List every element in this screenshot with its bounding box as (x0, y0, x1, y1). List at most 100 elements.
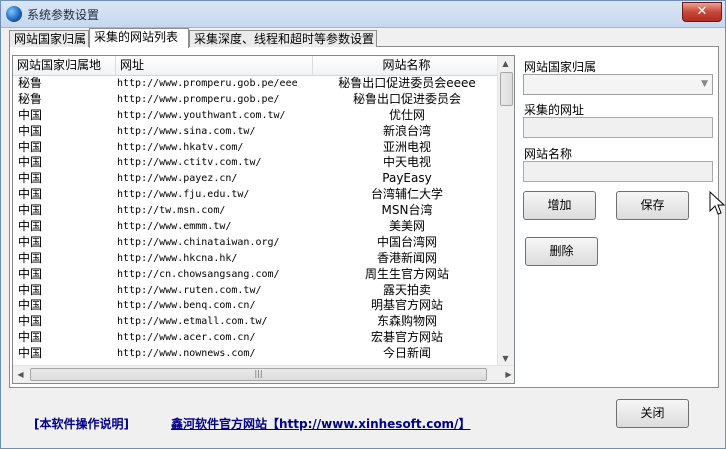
table-row[interactable]: 中国 http://www.hkatv.com/亚洲电视 (13, 140, 501, 156)
list-header: 网站国家归属地 网址 网站名称 (13, 56, 501, 76)
site-name-input[interactable] (523, 161, 713, 182)
row-url: http://www.promperu.gob.pe/eee (117, 78, 298, 89)
table-row[interactable]: 中国 http://www.sina.com.tw/新浪台湾 (13, 124, 501, 140)
horizontal-scrollbar[interactable]: ◀ ||| ▶ (13, 365, 514, 383)
row-country: 中国 (18, 250, 43, 265)
row-name: PayEasy (382, 171, 432, 186)
vertical-scroll-thumb[interactable] (500, 72, 513, 106)
row-country: 中国 (18, 155, 43, 170)
row-country: 中国 (18, 219, 43, 234)
row-name: 周生生官方网站 (364, 266, 449, 281)
row-url: http://www.youthwant.com.tw/ (117, 109, 286, 121)
scroll-left-arrow-icon[interactable]: ◀ (13, 367, 28, 382)
window-close-button[interactable]: ✕ (682, 2, 722, 22)
row-name: 中国台湾网 (376, 234, 437, 249)
table-row[interactable]: 秘鲁 http://www.promperu.gob.pe/秘鲁出口促进委员会 (13, 92, 501, 108)
table-row[interactable]: 中国 http://www.payez.cn/PayEasy (13, 171, 501, 187)
row-url: http://cn.chowsangsang.com/ (117, 268, 280, 280)
tab-country[interactable]: 网站国家归属 (9, 30, 89, 47)
row-name: 美美网 (388, 219, 425, 234)
tab-crawl-settings[interactable]: 采集深度、线程和超时等参数设置 (189, 30, 377, 47)
horizontal-scroll-thumb[interactable]: ||| (30, 368, 487, 381)
official-site-link[interactable]: 鑫河软件官方网站【http://www.xinhesoft.com/】 (171, 415, 470, 432)
settings-window: 系统参数设置 ✕ 网站国家归属 采集的网站列表 采集深度、线程和超时等参数设置 … (0, 0, 726, 449)
help-link[interactable]: [本软件操作说明] (34, 415, 129, 432)
table-row[interactable]: 中国 http://www.fju.edu.tw/台湾辅仁大学 (13, 187, 501, 203)
column-header-name[interactable]: 网站名称 (313, 56, 501, 75)
tab-site-list[interactable]: 采集的网站列表 (89, 28, 189, 48)
row-url: http://www.fju.edu.tw/ (117, 189, 250, 201)
row-country: 中国 (18, 266, 43, 281)
row-name: 明基官方网站 (370, 298, 443, 313)
row-url: http://www.ctitv.com.tw/ (117, 157, 262, 169)
chevron-down-icon[interactable]: ▼ (701, 79, 708, 89)
row-url: http://www.promperu.gob.pe/ (117, 93, 280, 105)
table-row[interactable]: 中国 http://www.ctitv.com.tw/中天电视 (13, 155, 501, 171)
row-country: 中国 (18, 330, 43, 345)
row-url: http://www.etmall.com.tw/ (117, 316, 268, 328)
table-row[interactable]: 中国 http://www.acer.com.cn/宏碁官方网站 (13, 330, 501, 346)
delete-button[interactable]: 删除 (525, 237, 598, 266)
row-name: 中天电视 (382, 155, 431, 170)
mouse-cursor-icon (709, 191, 726, 215)
row-name: 宏碁官方网站 (370, 330, 443, 345)
table-row[interactable]: 中国 http://www.chinataiwan.org/中国台湾网 (13, 235, 501, 251)
table-row[interactable]: 中国 http://www.etmall.com.tw/东森购物网 (13, 314, 501, 330)
site-name-label: 网站名称 (524, 147, 573, 161)
table-row[interactable]: 中国 http://www.nownews.com/今日新闻 (13, 346, 501, 362)
row-url: http://www.emmm.tw/ (117, 221, 232, 233)
close-button[interactable]: 关闭 (616, 399, 689, 428)
column-header-country[interactable]: 网站国家归属地 (13, 56, 116, 75)
table-row[interactable]: 中国 http://www.emmm.tw/美美网 (13, 219, 501, 235)
table-row[interactable]: 中国 http://cn.chowsangsang.com/周生生官方网站 (13, 267, 501, 283)
row-url: http://www.chinataiwan.org/ (117, 236, 280, 248)
row-country: 中国 (18, 187, 43, 202)
row-url: http://www.nownews.com/ (117, 348, 256, 360)
row-country: 中国 (18, 139, 43, 154)
row-url: http://www.hkatv.com/ (117, 141, 244, 153)
table-row[interactable]: 中国 http://www.benq.com.cn/明基官方网站 (13, 298, 501, 314)
row-name: 秘鲁出口促进委员会 (352, 91, 461, 106)
table-row[interactable]: 中国 http://tw.msn.com/MSN台湾 (13, 203, 501, 219)
add-button[interactable]: 增加 (523, 191, 596, 220)
row-name: 香港新闻网 (376, 250, 437, 265)
site-list[interactable]: 网站国家归属地 网址 网站名称 秘鲁 http://www.promperu.go… (12, 55, 515, 384)
vertical-scrollbar[interactable]: ▲ ▼ (497, 56, 514, 366)
table-row[interactable]: 中国 http://www.ruten.com.tw/露天拍卖 (13, 283, 501, 299)
list-rows: 秘鲁 http://www.promperu.gob.pe/eee 秘鲁出口促进委员… (13, 76, 501, 362)
country-select[interactable]: ▼ (523, 74, 713, 95)
row-country: 中国 (18, 314, 43, 329)
row-url: http://www.hkcna.hk/ (117, 252, 238, 264)
scroll-right-arrow-icon[interactable]: ▶ (501, 367, 514, 382)
row-country: 中国 (18, 282, 43, 297)
title-bar[interactable]: 系统参数设置 ✕ (1, 1, 725, 28)
row-name: 露天拍卖 (382, 282, 431, 297)
url-label: 采集的网址 (524, 103, 585, 117)
scroll-up-arrow-icon[interactable]: ▲ (498, 56, 513, 71)
row-url: http://www.benq.com.cn/ (117, 300, 256, 312)
row-country: 中国 (18, 107, 43, 122)
row-name: 优仕网 (388, 107, 425, 122)
row-country: 中国 (18, 234, 43, 249)
row-name: 台湾辅仁大学 (370, 187, 443, 202)
row-name: 秘鲁出口促进委员会eeee (338, 76, 476, 90)
row-country: 中国 (18, 123, 43, 138)
row-country: 中国 (18, 171, 43, 186)
row-country: 中国 (18, 346, 43, 361)
column-header-url[interactable]: 网址 (116, 56, 313, 75)
table-row[interactable]: 秘鲁 http://www.promperu.gob.pe/eee 秘鲁出口促进委员… (13, 76, 501, 92)
row-country: 中国 (18, 203, 43, 218)
save-button[interactable]: 保存 (616, 191, 689, 220)
row-name: 新浪台湾 (382, 123, 431, 138)
row-url: http://www.ruten.com.tw/ (117, 284, 262, 296)
row-name: 东森购物网 (376, 314, 437, 329)
row-country: 秘鲁 (18, 76, 43, 90)
scroll-down-arrow-icon[interactable]: ▼ (498, 351, 513, 366)
row-country: 中国 (18, 298, 43, 313)
row-name: 亚洲电视 (382, 139, 431, 154)
row-country: 秘鲁 (18, 91, 43, 106)
table-row[interactable]: 中国 http://www.hkcna.hk/香港新闻网 (13, 251, 501, 267)
table-row[interactable]: 中国 http://www.youthwant.com.tw/优仕网 (13, 108, 501, 124)
url-input[interactable] (523, 117, 713, 138)
row-url: http://www.acer.com.cn/ (117, 332, 256, 344)
